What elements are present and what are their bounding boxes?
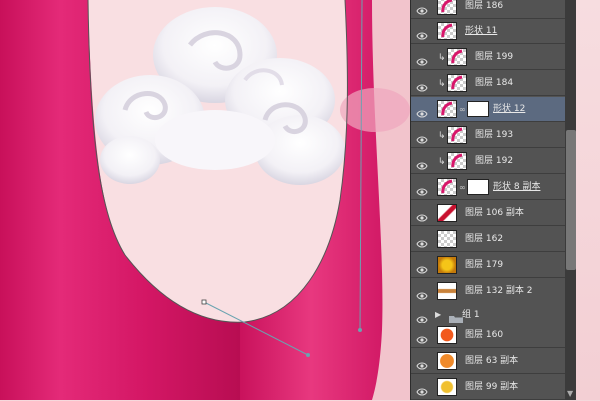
visibility-eye-icon[interactable] [416,356,428,370]
layer-thumbnail [447,152,467,170]
layer-thumbnail [437,378,457,396]
layer-row[interactable]: 图层 63 副本 [411,349,575,374]
layer-name: 图层 162 [465,234,504,244]
visibility-eye-icon[interactable] [416,78,428,92]
layer-row[interactable]: 图层 160 [411,323,575,348]
visibility-eye-icon[interactable] [416,26,428,40]
layer-name: 图层 63 副本 [465,356,519,366]
layer-row[interactable]: ↳ 图层 192 [411,149,575,174]
expand-arrow-icon[interactable]: ▶ [435,310,441,319]
visibility-eye-icon[interactable] [416,208,428,222]
canvas-artwork [0,0,410,400]
layer-row[interactable]: ↳ 图层 184 [411,71,575,96]
layer-row[interactable]: ∞ 形状 8 副本 [411,175,575,200]
layer-thumbnail [437,0,457,15]
clipping-mask-icon: ↳ [438,157,446,167]
layer-row[interactable]: 形状 11 [411,19,575,44]
layer-thumbnail [437,326,457,344]
visibility-eye-icon[interactable] [416,330,428,344]
layer-row[interactable]: 图层 106 副本 [411,201,575,226]
layer-name: 图层 99 副本 [465,382,519,392]
clipping-mask-icon: ↳ [438,53,446,63]
layer-thumbnail [437,22,457,40]
visibility-eye-icon[interactable] [416,156,428,170]
layer-thumbnail [447,48,467,66]
layer-name: 图层 160 [465,330,504,340]
layer-row[interactable]: ∞ 形状 12 [411,97,575,122]
visibility-eye-icon[interactable] [416,182,428,196]
layer-name: 图层 179 [465,260,504,270]
visibility-eye-icon[interactable] [416,260,428,274]
visibility-eye-icon[interactable] [416,234,428,248]
layer-name: 图层 193 [475,130,514,140]
layer-name: 图层 184 [475,78,514,88]
visibility-eye-icon[interactable] [416,310,428,324]
panel-edge [576,0,600,400]
layer-row[interactable]: 图层 179 [411,253,575,278]
layer-row[interactable]: 图层 99 副本 [411,375,575,400]
layer-thumbnail [437,204,457,222]
visibility-eye-icon[interactable] [416,52,428,66]
link-chain-icon[interactable]: ∞ [459,183,466,192]
layer-thumbnail [437,100,457,118]
layer-name: 形状 12 [493,104,526,114]
layer-name: 图层 132 副本 2 [465,286,533,296]
link-chain-icon[interactable]: ∞ [459,105,466,114]
layer-row[interactable]: 图层 186 [411,0,575,19]
layer-thumbnail [437,230,457,248]
layer-name: 图层 106 副本 [465,208,524,218]
folder-icon [449,310,463,325]
visibility-eye-icon[interactable] [416,286,428,300]
layer-thumbnail [437,282,457,300]
layer-thumbnail [447,126,467,144]
visibility-eye-icon[interactable] [416,1,428,15]
clipping-mask-icon: ↳ [438,79,446,89]
layer-row[interactable]: 图层 132 副本 2 [411,279,575,304]
scroll-down-arrow-icon[interactable]: ▼ [567,389,573,398]
visibility-eye-icon[interactable] [416,382,428,396]
layer-name: 图层 192 [475,156,514,166]
scrollbar-thumb[interactable] [566,130,576,270]
visibility-eye-icon[interactable] [416,130,428,144]
vector-mask-thumbnail [467,179,489,195]
layer-row[interactable]: 图层 162 [411,227,575,252]
layer-name: 图层 199 [475,52,514,62]
layer-name: 组 1 [462,310,480,320]
layers-panel[interactable]: 图层 186 形状 11 ↳ 图层 199 ↳ 图层 184 ∞ 形状 12 ↳ 图层 193 ↳ 图… [410,0,600,400]
layer-row[interactable]: ↳ 图层 193 [411,123,575,148]
layer-thumbnail [447,74,467,92]
vector-mask-thumbnail [467,101,489,117]
layer-thumbnail [437,352,457,370]
layer-name: 形状 8 副本 [493,182,541,192]
clipping-mask-icon: ↳ [438,131,446,141]
layer-name: 图层 186 [465,1,504,11]
layer-thumbnail [437,256,457,274]
visibility-eye-icon[interactable] [416,104,428,118]
layer-row[interactable]: ↳ 图层 199 [411,45,575,70]
document-canvas[interactable] [0,0,410,400]
layer-name: 形状 11 [465,26,498,36]
layer-thumbnail [437,178,457,196]
